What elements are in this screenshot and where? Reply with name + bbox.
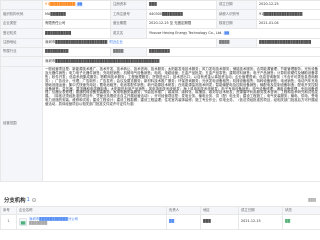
credit-code-value: 91▓▓▓▓▓▓▓▓▓▓ — [45, 2, 76, 7]
taxpayer-id-label: 纳税人识别号 — [216, 9, 257, 20]
branch-region: ▓▓▓ — [200, 214, 239, 230]
industry-extra-value: ▓▓▓▓▓▓▓▓ — [146, 46, 320, 58]
col-date: 成立日期 — [238, 206, 283, 215]
company-type-label: 企业类型 — [0, 18, 43, 30]
col-index: 序号 — [0, 206, 17, 215]
authority-label: 登记机关 — [0, 28, 43, 39]
credit-code-cell: 91▓▓▓▓▓▓▓▓▓▓ ▓▓ — [42, 0, 111, 11]
org-code-label: 组织机构代码 — [0, 9, 43, 20]
english-name-label: 英文名 — [110, 28, 147, 39]
info-row-scope: 经营范围 一般经营项目是：新能源技术推广、技术开发、技术转让、技术咨询、技术服务… — [0, 65, 320, 182]
info-row-industry: 所属行业 ▓▓▓▓▓▓▓▓▓ ▓▓▓▓ ▓▓▓▓▓▓▓▓ — [0, 46, 320, 58]
english-name-cell: Yhouse Hexing Energy Technology Co., Ltd… — [146, 28, 320, 39]
industry-extra-label: ▓▓▓▓ — [110, 46, 147, 58]
company-type-value: 有限责任公司 — [42, 18, 111, 30]
source-brand: ▓▓▓ — [308, 197, 316, 202]
address-value: 深圳市▓▓▓▓▓▓▓▓▓▓▓▓▓▓▓▓▓▓▓▓ — [45, 39, 108, 44]
info-row-codes: 组织机构代码 MA▓▓▓▓▓▓ 工商注册号 440300▓▓▓▓▓▓▓▓ 纳税人… — [0, 9, 320, 20]
authority-value: ▓▓▓▓▓▓▓▓▓▓ — [42, 28, 111, 39]
former-label — [0, 56, 43, 67]
nearby-companies-link[interactable]: 附近企业 — [109, 40, 123, 44]
industry-label: 所属行业 — [0, 46, 43, 58]
address-label: 注册地址 — [0, 37, 43, 48]
business-scope-label: 经营范围 — [0, 65, 43, 182]
approval-date-label: 核准日期 — [216, 18, 257, 30]
company-logo-icon[interactable]: ▓▓ — [19, 218, 27, 226]
branch-name-cell: ▓▓ 深圳市▓▓▓▓▓▓▓▓▓▓▓分公司 ▓▓▓▓▓▓▓ — [16, 214, 167, 230]
branches-table: 序号 企业名称 负责人 地区 成立日期 状态 1 ▓▓ 深圳市▓▓▓▓▓▓▓▓▓… — [0, 206, 320, 230]
help-icon[interactable]: ? — [31, 197, 36, 203]
col-status: 状态 — [282, 206, 320, 215]
info-row-authority: 登记机关 ▓▓▓▓▓▓▓▓▓▓ 英文名 Yhouse Hexing Energy… — [0, 28, 320, 39]
establish-date-value: 2020-12-25 — [256, 0, 320, 11]
english-name-badge[interactable]: ▓▓ — [223, 31, 230, 36]
col-name: 企业名称 — [16, 206, 167, 215]
branch-date: 2021-12-15 — [238, 214, 283, 230]
english-name-value: Yhouse Hexing Energy Technology Co., Ltd… — [149, 30, 223, 35]
credit-code-label — [0, 0, 43, 11]
business-term-label: 营业期限 — [110, 18, 147, 30]
branches-count: 1 — [26, 196, 30, 203]
address-extra-value: ▓▓▓▓▓▓▓▓▓▓▓▓▓▓▓▓▓▓▓▓ — [256, 37, 320, 48]
business-term-value: 2020-12-25 至 无固定期限 — [146, 18, 217, 30]
address-cell: 深圳市▓▓▓▓▓▓▓▓▓▓▓▓▓▓▓▓▓▓▓▓ 附近企业 — [42, 37, 217, 48]
col-region: 地区 — [200, 206, 239, 215]
branches-section-header: 分支机构 1 ? ▓▓▓ — [4, 195, 316, 204]
former-value: 深圳市▓▓▓▓▓▓▓▓▓▓▓▓▓▓▓▓▓▓▓▓▓▓▓▓▓▓▓▓▓▓▓▓▓▓▓▓▓… — [42, 56, 320, 67]
establish-date-label: 成立日期 — [216, 0, 257, 11]
info-row-former: 深圳市▓▓▓▓▓▓▓▓▓▓▓▓▓▓▓▓▓▓▓▓▓▓▓▓▓▓▓▓▓▓▓▓▓▓▓▓▓… — [0, 56, 320, 67]
org-code-value: MA▓▓▓▓▓▓ — [42, 9, 111, 20]
row-index: 1 — [0, 214, 17, 230]
registered-capital-value: ▓▓▓ — [146, 0, 217, 11]
industry-value: ▓▓▓▓▓▓▓▓▓ — [42, 46, 111, 58]
branch-sub-text: ▓▓▓▓▓▓▓ — [29, 221, 48, 225]
status-badge: ▓▓ — [282, 214, 320, 230]
taxpayer-id-value: 91▓▓▓▓▓▓▓▓▓▓▓▓▓▓▓ — [256, 9, 320, 20]
info-row-address: 注册地址 深圳市▓▓▓▓▓▓▓▓▓▓▓▓▓▓▓▓▓▓▓▓ 附近企业 ▓▓▓▓ ▓▓… — [0, 37, 320, 48]
branches-header-row: 序号 企业名称 负责人 地区 成立日期 状态 — [0, 206, 320, 215]
approval-date-value: 2021-01-04 — [256, 18, 320, 30]
table-row: 1 ▓▓ 深圳市▓▓▓▓▓▓▓▓▓▓▓分公司 ▓▓▓▓▓▓▓ ▓▓ ▓▓▓ 20… — [0, 214, 320, 230]
info-row-type: 企业类型 有限责任公司 营业期限 2020-12-25 至 无固定期限 核准日期… — [0, 18, 320, 30]
reg-number-label: 工商注册号 — [110, 9, 147, 20]
info-row-credit-code: 91▓▓▓▓▓▓▓▓▓▓ ▓▓ 注册资本 ▓▓▓ 成立日期 2020-12-25 — [0, 0, 320, 11]
business-scope-text: 一般经营项目是：新能源技术推广、技术开发、技术转让、技术咨询、技术服务；太阳能发… — [42, 65, 320, 182]
branches-title: 分支机构 — [4, 197, 26, 204]
business-info-table: 91▓▓▓▓▓▓▓▓▓▓ ▓▓ 注册资本 ▓▓▓ 成立日期 2020-12-25 … — [0, 0, 320, 182]
branch-person[interactable]: ▓▓ — [166, 214, 201, 230]
address-extra-label: ▓▓▓▓ — [216, 37, 257, 48]
copy-badge[interactable]: ▓▓ — [76, 3, 84, 7]
reg-number-value: 440300▓▓▓▓▓▓▓▓ — [146, 9, 217, 20]
registered-capital-label: 注册资本 — [110, 0, 147, 11]
col-person: 负责人 — [166, 206, 201, 215]
